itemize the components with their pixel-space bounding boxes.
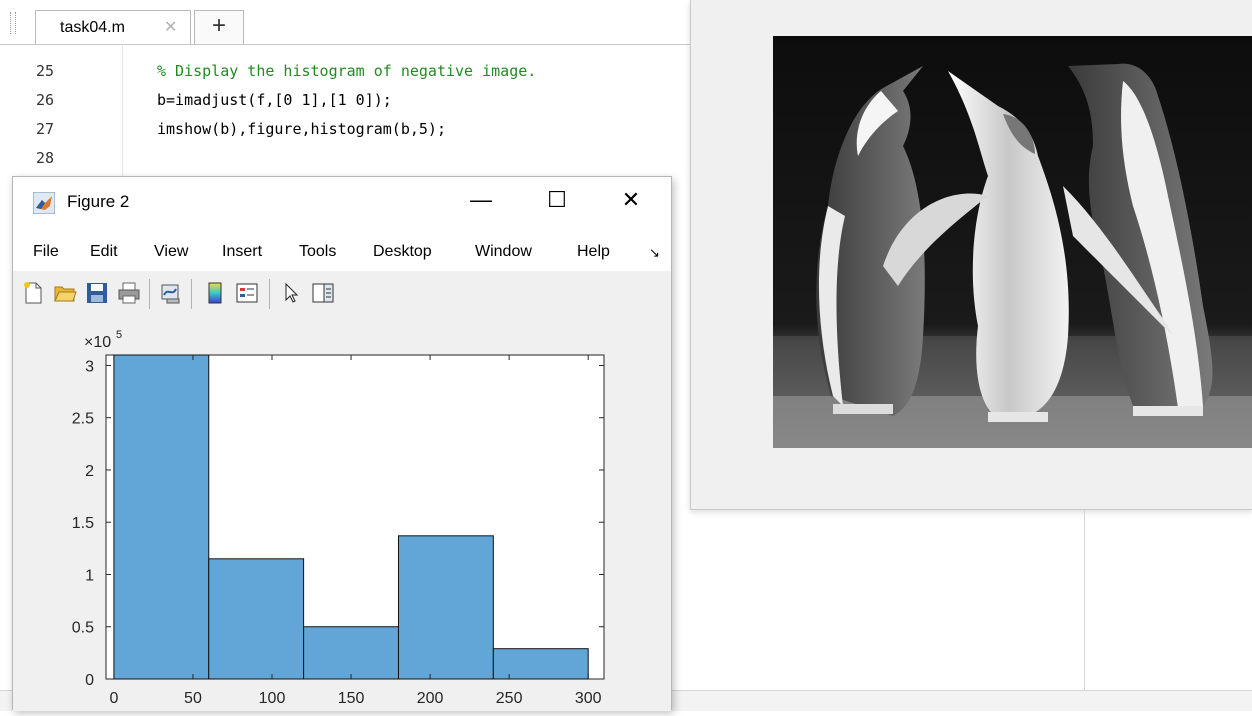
window-title: Figure 2 xyxy=(67,192,130,211)
image-figure-window[interactable] xyxy=(690,0,1252,510)
menu-bar: File Edit View Insert Tools Desktop Wind… xyxy=(13,227,671,272)
link-plot-icon[interactable] xyxy=(159,281,183,305)
code-line[interactable]: b=imadjust(f,[0 1],[1 0]); xyxy=(157,91,392,109)
histogram-chart[interactable]: 0 50 100 150 200 250 300 0 0.5 1 1.5 2 2.5 3 ×10 5 xyxy=(13,317,671,711)
colorbar-icon[interactable] xyxy=(203,281,227,305)
matlab-logo-icon xyxy=(33,192,55,214)
y-exponent-power: 5 xyxy=(116,329,122,341)
x-tick-label: 300 xyxy=(575,690,602,707)
line-number: 28 xyxy=(36,149,55,167)
histogram-bar[interactable] xyxy=(303,626,399,680)
menu-desktop[interactable]: Desktop xyxy=(373,243,432,261)
x-tick-label: 100 xyxy=(259,690,286,707)
figure-window[interactable]: Figure 2 — ☐ ✕ File Edit View Insert Too… xyxy=(12,176,672,711)
line-number: 26 xyxy=(36,91,55,109)
histogram-bar[interactable] xyxy=(113,354,210,680)
pointer-icon[interactable] xyxy=(279,281,303,305)
x-tick-label: 250 xyxy=(496,690,523,707)
menu-edit[interactable]: Edit xyxy=(90,243,118,261)
drag-grip-icon[interactable] xyxy=(10,12,16,34)
code-line[interactable]: imshow(b),figure,histogram(b,5); xyxy=(157,120,446,138)
figure-toolbar xyxy=(13,271,671,318)
menu-overflow-icon[interactable]: ↘ xyxy=(649,245,660,261)
line-number: 27 xyxy=(36,120,55,138)
line-number: 25 xyxy=(36,62,55,80)
x-tick-label: 150 xyxy=(338,690,365,707)
toolbar-separator xyxy=(149,279,150,309)
menu-insert[interactable]: Insert xyxy=(222,243,262,261)
property-editor-icon[interactable] xyxy=(311,281,335,305)
x-tick-label: 0 xyxy=(109,690,118,707)
y-tick-label: 0.5 xyxy=(72,620,94,637)
new-tab-button[interactable]: + xyxy=(194,10,244,44)
menu-window[interactable]: Window xyxy=(475,243,532,261)
histogram-bar[interactable] xyxy=(492,648,589,680)
close-button[interactable]: ✕ xyxy=(611,187,651,213)
pane-divider[interactable] xyxy=(1084,510,1085,692)
editor-tab-bar: task04.m ✕ + xyxy=(0,0,690,46)
legend-icon[interactable] xyxy=(235,281,259,305)
y-tick-label: 0 xyxy=(85,672,94,689)
plot-area[interactable]: 0 50 100 150 200 250 300 0 0.5 1 1.5 2 2.5 3 ×10 5 xyxy=(13,317,671,711)
tab-label: task04.m xyxy=(60,19,125,36)
menu-help[interactable]: Help xyxy=(577,243,610,261)
x-tick-label: 200 xyxy=(417,690,444,707)
menu-tools[interactable]: Tools xyxy=(299,243,336,261)
new-figure-icon[interactable] xyxy=(21,281,45,305)
minimize-button[interactable]: — xyxy=(461,187,501,213)
menu-view[interactable]: View xyxy=(154,243,188,261)
tab-task04[interactable]: task04.m ✕ xyxy=(35,10,191,44)
title-bar[interactable]: Figure 2 — ☐ ✕ xyxy=(13,177,671,227)
histogram-bar[interactable] xyxy=(397,535,494,680)
toolbar-separator xyxy=(191,279,192,309)
y-tick-label: 1.5 xyxy=(72,515,94,532)
close-tab-icon[interactable]: ✕ xyxy=(164,17,177,37)
code-line[interactable]: % Display the histogram of negative imag… xyxy=(157,62,536,80)
menu-file[interactable]: File xyxy=(33,243,59,261)
toolbar-separator xyxy=(269,279,270,309)
save-icon[interactable] xyxy=(85,281,109,305)
tab-divider xyxy=(0,44,690,45)
open-file-icon[interactable] xyxy=(53,281,77,305)
gutter-divider xyxy=(122,46,123,186)
y-tick-label: 2 xyxy=(85,463,94,480)
y-tick-label: 1 xyxy=(85,567,94,584)
x-tick-label: 50 xyxy=(184,690,202,707)
print-icon[interactable] xyxy=(117,281,141,305)
y-tick-label: 2.5 xyxy=(72,411,94,428)
penguins-negative-image xyxy=(773,36,1252,448)
y-exponent-label: ×10 xyxy=(84,334,111,351)
maximize-button[interactable]: ☐ xyxy=(537,187,577,213)
y-tick-label: 3 xyxy=(85,358,94,375)
histogram-bar[interactable] xyxy=(208,558,305,680)
